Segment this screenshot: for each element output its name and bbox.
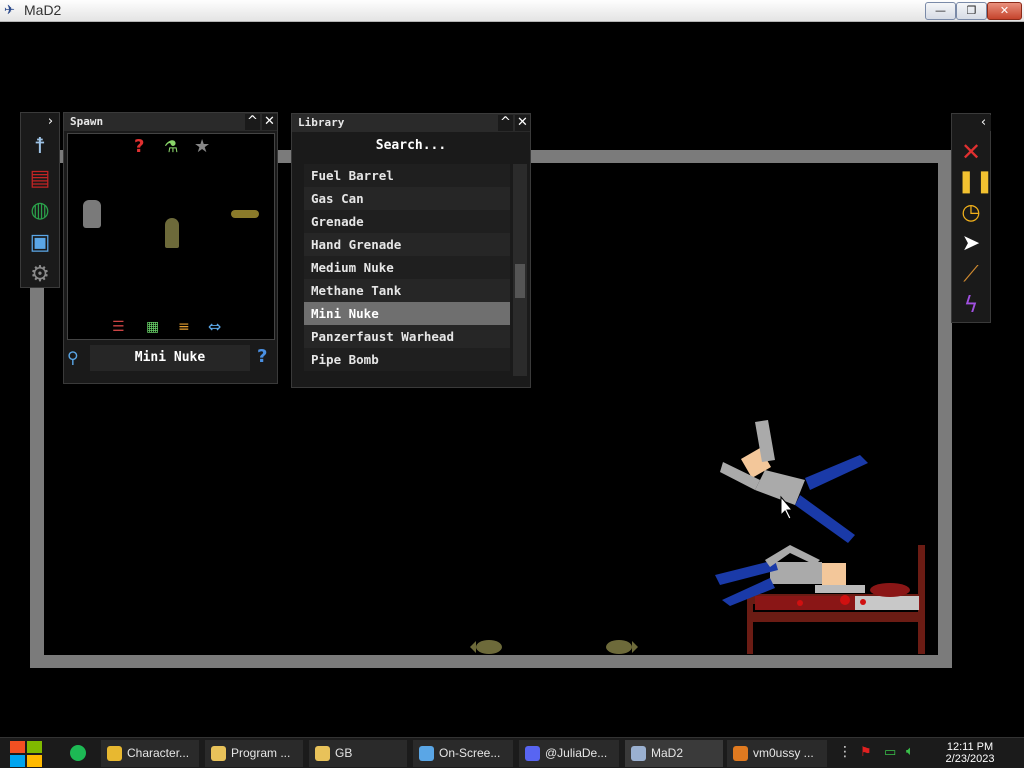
library-item[interactable]: Grenade <box>304 210 510 233</box>
taskbar-item-label: @JuliaDe... <box>545 746 608 760</box>
keyboard-icon <box>419 746 434 761</box>
library-scroll-thumb[interactable] <box>515 264 525 298</box>
library-item[interactable]: Methane Tank <box>304 279 510 302</box>
library-item[interactable]: Fuel Barrel <box>304 164 510 187</box>
favorite-star-icon[interactable]: ★ <box>194 136 210 157</box>
library-item[interactable]: Hand Grenade <box>304 233 510 256</box>
spotify-icon[interactable] <box>70 745 86 761</box>
list-view-icon[interactable]: ≡ <box>178 319 190 335</box>
mini-nuke-object[interactable] <box>470 640 502 654</box>
ragdoll-flying[interactable] <box>720 420 868 543</box>
taskbar-item-label: On-Scree... <box>439 746 501 760</box>
book-icon[interactable]: ▤ <box>26 165 54 193</box>
warhead-preview-icon <box>231 210 259 218</box>
gas-can-preview-icon <box>83 200 101 228</box>
taskbar-item[interactable]: @JuliaDe... <box>519 740 619 767</box>
filter-sliders-icon[interactable]: ☰ <box>112 319 125 335</box>
collapse-toolbar-button[interactable]: › <box>43 114 58 130</box>
tray-clock[interactable]: 12:11 PM 2/23/2023 <box>938 741 1002 765</box>
discord-icon <box>525 746 540 761</box>
clock-date: 2/23/2023 <box>945 753 995 765</box>
app-icon <box>733 746 748 761</box>
stopwatch-icon[interactable]: ◷ <box>957 199 985 227</box>
network-icon[interactable]: ▭ <box>884 745 896 760</box>
pointer-cursor-icon[interactable]: ➤ <box>957 230 985 258</box>
taskbar-item-label: Character... <box>127 746 190 760</box>
library-item[interactable]: Medium Nuke <box>304 256 510 279</box>
spawn-collapse-button[interactable]: ^ <box>245 114 260 130</box>
swap-arrows-icon[interactable]: ⇔ <box>208 317 221 336</box>
help-question-icon[interactable]: ? <box>257 346 267 367</box>
clock-time: 12:11 PM <box>946 741 994 753</box>
mini-nuke-object[interactable] <box>606 640 638 654</box>
taskbar-item-label: vm0ussy ... <box>753 746 814 760</box>
library-list: Fuel Barrel Gas Can Grenade Hand Grenade Med… <box>304 164 510 376</box>
library-item[interactable]: Panzerfaust Warhead <box>304 325 510 348</box>
globe-icon[interactable]: ◍ <box>26 197 54 225</box>
taskbar-item[interactable]: Character... <box>101 740 199 767</box>
knife-icon[interactable]: ⟋ <box>957 261 985 289</box>
library-item[interactable]: Pipe Bomb <box>304 348 510 371</box>
taskbar-item-label: Program ... <box>231 746 291 760</box>
folder-icon <box>315 746 330 761</box>
taskbar-item[interactable]: MaD2 <box>625 740 723 767</box>
folder-icon <box>211 746 226 761</box>
windows-start-icon[interactable] <box>8 740 44 768</box>
taskbar-item[interactable]: On-Scree... <box>413 740 513 767</box>
collapse-right-toolbar-button[interactable]: ‹ <box>976 115 991 131</box>
taskbar-item-label: MaD2 <box>651 746 684 760</box>
taskbar-item[interactable]: vm0ussy ... <box>727 740 827 767</box>
lightning-icon[interactable]: ϟ <box>957 292 985 320</box>
pause-icon[interactable]: ❚❚ <box>957 168 994 196</box>
taskbar: Character... Program ... GB On-Scree... @Jul… <box>0 737 1024 768</box>
spawn-preview: ? ⚗ ★ ☰ ▦ ≡ ⇔ <box>67 133 275 340</box>
library-item[interactable]: Gas Can <box>304 187 510 210</box>
taskbar-item[interactable]: GB <box>309 740 407 767</box>
spawn-panel: Spawn ^ ✕ ? ⚗ ★ ☰ ▦ ≡ ⇔ ⚲ Mini Nuke ? <box>63 112 278 384</box>
settings-gear-icon[interactable]: ⚙ <box>26 261 54 289</box>
chrome-icon <box>107 746 122 761</box>
right-toolbar: ‹ ✕ ❚❚ ◷ ➤ ⟋ ϟ <box>951 113 994 323</box>
library-panel-header: Library <box>292 114 530 132</box>
spawn-selected-name[interactable]: Mini Nuke <box>90 345 250 371</box>
taskbar-item[interactable]: Program ... <box>205 740 303 767</box>
library-collapse-button[interactable]: ^ <box>498 115 513 131</box>
overflow-dots-icon[interactable]: ⋮ <box>838 744 852 760</box>
grid-view-icon[interactable]: ▦ <box>146 319 159 335</box>
ragdoll-tool-icon[interactable]: ☨ <box>26 133 54 161</box>
save-icon[interactable]: ▣ <box>26 229 54 257</box>
search-icon[interactable]: ⚲ <box>67 348 79 367</box>
volume-icon[interactable]: 🔈︎ <box>906 744 914 759</box>
mad2-icon <box>631 746 646 761</box>
delete-x-icon[interactable]: ✕ <box>957 138 985 166</box>
random-question-icon[interactable]: ? <box>134 136 144 157</box>
taskbar-item-label: GB <box>335 746 353 760</box>
library-panel: Library ^ ✕ Search... Fuel Barrel Gas Can… <box>291 113 531 388</box>
library-search-input[interactable]: Search... <box>300 134 522 158</box>
flask-icon[interactable]: ⚗ <box>164 137 178 156</box>
left-toolbar: › ☨ ▤ ◍ ▣ ⚙ <box>20 112 60 288</box>
spawn-close-button[interactable]: ✕ <box>262 114 277 130</box>
library-close-button[interactable]: ✕ <box>515 115 530 131</box>
library-scrollbar[interactable] <box>513 164 527 376</box>
flag-icon[interactable]: ⚑ <box>860 745 872 760</box>
mini-nuke-preview-icon <box>165 218 179 248</box>
library-item[interactable]: Mini Nuke <box>304 302 510 325</box>
